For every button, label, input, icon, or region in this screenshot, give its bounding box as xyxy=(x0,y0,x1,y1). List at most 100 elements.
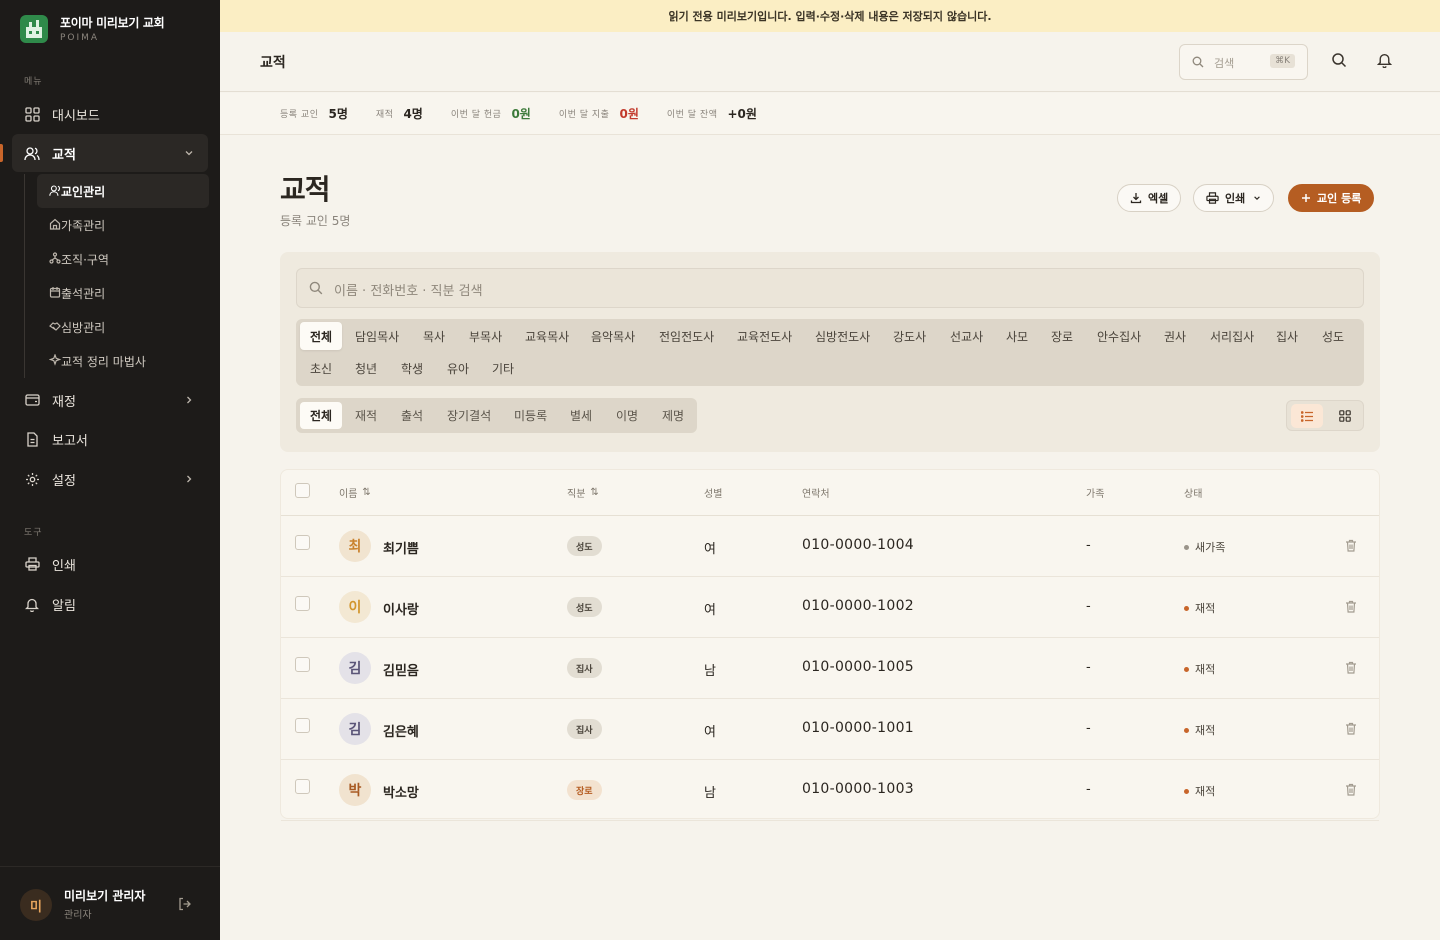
chevron-down-icon xyxy=(184,147,194,162)
select-all-checkbox[interactable] xyxy=(295,483,310,498)
subnav-organization[interactable]: 조직·구역 xyxy=(37,242,209,276)
role-chip[interactable]: 장로 xyxy=(1041,322,1083,350)
list-view-button[interactable] xyxy=(1291,404,1323,428)
role-filter-chips: 전체 담임목사 목사 부목사 교육목사 음악목사 전임전도사 교육전도사 심방전… xyxy=(296,319,1364,386)
status-dot xyxy=(1184,727,1189,733)
status-tab[interactable]: 이명 xyxy=(606,402,648,429)
status-tab[interactable]: 미등록 xyxy=(504,402,557,429)
table-row[interactable]: 박 박소망 장로 남 010-0000-1003 - 재적 xyxy=(281,760,1379,821)
subnav-member-management[interactable]: 교인관리 xyxy=(37,174,209,208)
member-name[interactable]: 이사랑 xyxy=(383,599,419,618)
role-chip[interactable]: 초신 xyxy=(300,354,342,382)
role-chip[interactable]: 전체 xyxy=(300,322,343,350)
member-family: - xyxy=(1086,721,1091,736)
row-checkbox[interactable] xyxy=(295,718,310,733)
member-name[interactable]: 박소망 xyxy=(383,782,419,801)
status-tab[interactable]: 재적 xyxy=(345,402,387,429)
brand[interactable]: 포이마 미리보기 교회 POIMA xyxy=(20,14,165,43)
role-chip[interactable]: 선교사 xyxy=(940,322,993,350)
role-chip[interactable]: 권사 xyxy=(1154,322,1196,350)
role-chip[interactable]: 집사 xyxy=(1266,322,1308,350)
handshake-icon xyxy=(49,320,61,335)
member-family: - xyxy=(1086,660,1091,675)
nav-reports[interactable]: 보고서 xyxy=(12,420,208,458)
row-checkbox[interactable] xyxy=(295,596,310,611)
member-gender: 남 xyxy=(704,786,716,801)
status-tab[interactable]: 전체 xyxy=(300,402,343,429)
role-chip[interactable]: 목사 xyxy=(413,322,455,350)
role-chip[interactable]: 유아 xyxy=(437,354,479,382)
search-icon[interactable] xyxy=(1331,52,1347,71)
sort-icon: ⇅ xyxy=(362,487,371,498)
status-dot xyxy=(1184,544,1189,550)
sidebar: 포이마 미리보기 교회 POIMA 메뉴 대시보드 교적 교인관리 가족관리 조… xyxy=(0,0,220,940)
table-row[interactable]: 최 최기쁨 성도 여 010-0000-1004 - 새가족 xyxy=(281,516,1379,577)
excel-export-button[interactable]: 엑셀 xyxy=(1117,184,1182,212)
status-tab[interactable]: 제명 xyxy=(652,402,694,429)
role-chip[interactable]: 사모 xyxy=(996,322,1038,350)
subnav-cleanup-wizard[interactable]: 교적 정리 마법사 xyxy=(37,344,209,378)
column-header-role[interactable]: 직분 ⇅ xyxy=(567,485,599,500)
role-chip[interactable]: 심방전도사 xyxy=(805,322,880,350)
bell-icon[interactable] xyxy=(1376,52,1393,71)
delete-icon[interactable] xyxy=(1345,661,1357,677)
page-subtitle: 등록 교인 5명 xyxy=(280,214,351,228)
subnav-attendance[interactable]: 출석관리 xyxy=(37,276,209,310)
nav-dashboard[interactable]: 대시보드 xyxy=(12,95,208,133)
logout-icon[interactable] xyxy=(178,897,192,914)
sort-icon: ⇅ xyxy=(590,487,599,498)
table-row[interactable]: 이 이사랑 성도 여 010-0000-1002 - 재적 xyxy=(281,577,1379,638)
nav-notifications[interactable]: 알림 xyxy=(12,585,208,623)
nav-settings[interactable]: 설정 xyxy=(12,460,208,498)
grid-view-button[interactable] xyxy=(1329,404,1361,428)
status-badge: 새가족 xyxy=(1184,539,1225,555)
table-row[interactable]: 김 김믿음 집사 남 010-0000-1005 - 재적 xyxy=(281,638,1379,699)
role-chip[interactable]: 안수집사 xyxy=(1087,322,1151,350)
member-search-input[interactable]: 이름 · 전화번호 · 직분 검색 xyxy=(296,268,1364,308)
nav-print[interactable]: 인쇄 xyxy=(12,545,208,583)
status-tab[interactable]: 별세 xyxy=(560,402,602,429)
table-row[interactable]: 김 김은혜 집사 여 010-0000-1001 - 재적 xyxy=(281,699,1379,760)
role-chip[interactable]: 강도사 xyxy=(883,322,936,350)
column-header-name[interactable]: 이름 ⇅ xyxy=(339,485,371,500)
delete-icon[interactable] xyxy=(1345,783,1357,799)
role-chip[interactable]: 학생 xyxy=(391,354,433,382)
avatar[interactable]: 미 xyxy=(20,889,52,921)
role-chip[interactable]: 교육목사 xyxy=(515,322,579,350)
subnav-visitation[interactable]: 심방관리 xyxy=(37,310,209,344)
stat-value: 0원 xyxy=(619,107,639,121)
stat-expense: 이번 달 지출 0원 xyxy=(559,105,639,122)
member-name[interactable]: 최기쁨 xyxy=(383,538,419,557)
delete-icon[interactable] xyxy=(1345,600,1357,616)
stat-label: 등록 교인 xyxy=(280,110,319,120)
role-chip[interactable]: 기타 xyxy=(482,354,524,382)
nav-finance[interactable]: 재정 xyxy=(12,381,208,419)
role-chip[interactable]: 음악목사 xyxy=(581,322,645,350)
nav-members[interactable]: 교적 xyxy=(0,134,208,172)
status-tab[interactable]: 장기결석 xyxy=(437,402,501,429)
nav-label: 설정 xyxy=(52,473,76,489)
role-chip[interactable]: 교육전도사 xyxy=(727,322,802,350)
role-chip[interactable]: 전임전도사 xyxy=(649,322,724,350)
member-name[interactable]: 김은혜 xyxy=(383,721,419,740)
role-chip[interactable]: 서리집사 xyxy=(1200,322,1264,350)
status-tab[interactable]: 출석 xyxy=(391,402,433,429)
subnav-family-management[interactable]: 가족관리 xyxy=(37,208,209,242)
role-chip[interactable]: 부목사 xyxy=(459,322,512,350)
delete-icon[interactable] xyxy=(1345,539,1357,555)
add-member-button[interactable]: 교인 등록 xyxy=(1288,184,1375,212)
row-checkbox[interactable] xyxy=(295,657,310,672)
delete-icon[interactable] xyxy=(1345,722,1357,738)
global-search-input[interactable]: 검색 ⌘K xyxy=(1179,44,1308,80)
member-avatar: 박 xyxy=(339,774,371,806)
print-button[interactable]: 인쇄 xyxy=(1193,184,1275,212)
member-name[interactable]: 김믿음 xyxy=(383,660,419,679)
row-checkbox[interactable] xyxy=(295,535,310,550)
role-chip[interactable]: 성도 xyxy=(1312,322,1354,350)
role-chip[interactable]: 담임목사 xyxy=(345,322,409,350)
page-header-title: 교적 xyxy=(260,55,286,71)
role-chip[interactable]: 청년 xyxy=(345,354,387,382)
stat-label: 이번 달 지출 xyxy=(558,110,610,120)
row-checkbox[interactable] xyxy=(295,779,310,794)
stat-registered: 등록 교인 5명 xyxy=(280,105,348,122)
